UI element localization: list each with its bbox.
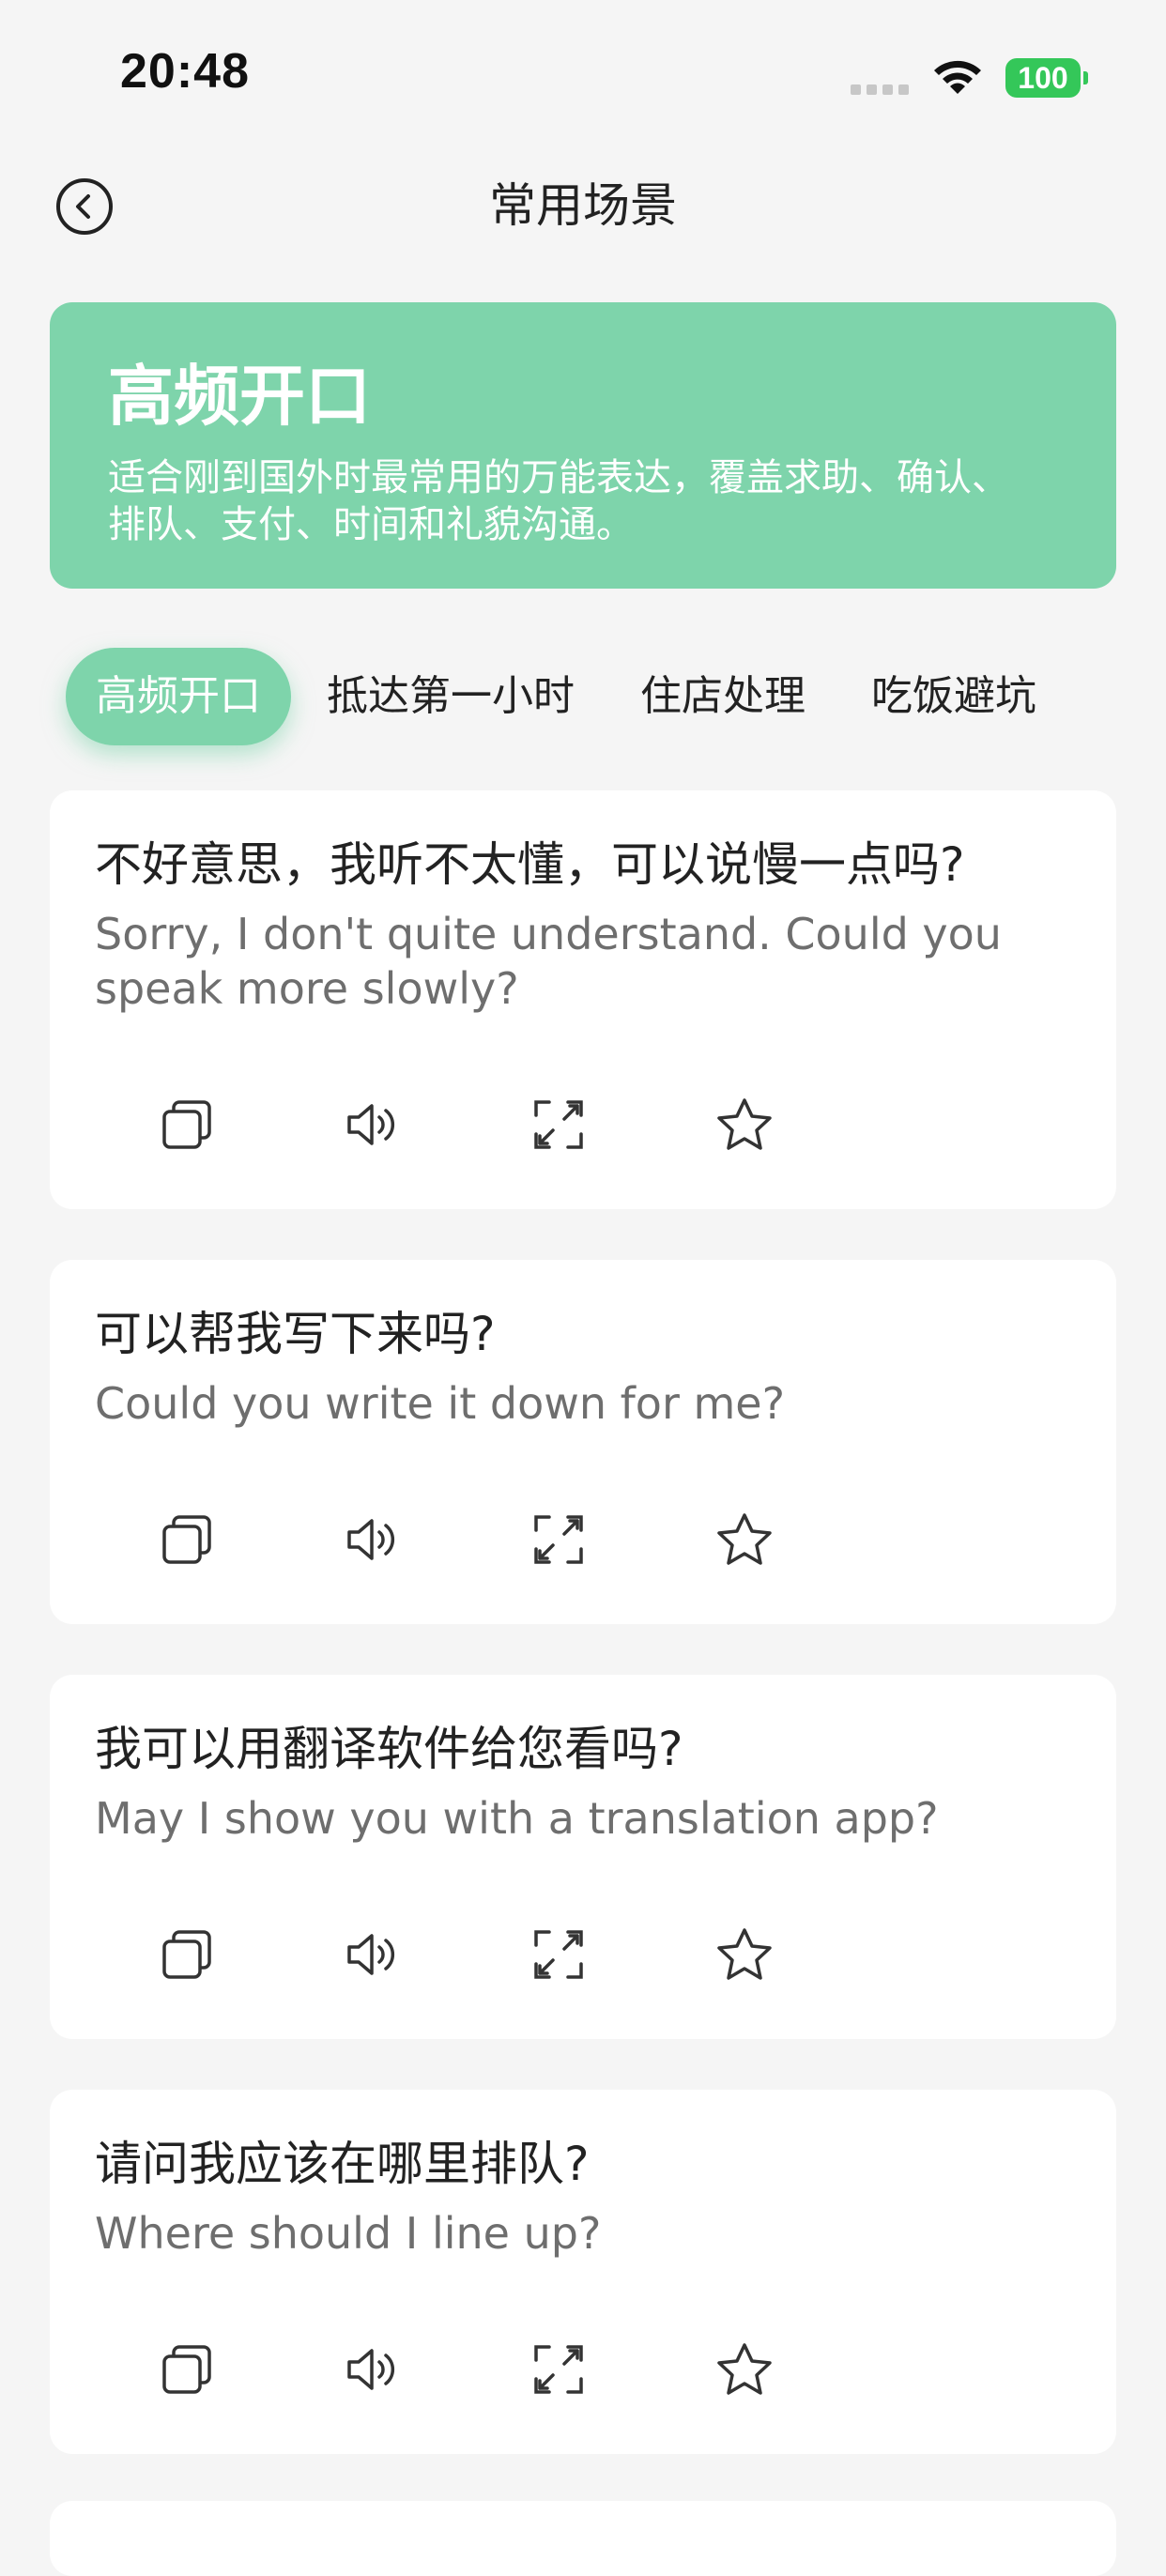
fullscreen-icon	[534, 1100, 583, 1149]
fullscreen-icon	[534, 2345, 583, 2394]
phrase-english: Where should I line up?	[95, 2208, 602, 2259]
phrase-chinese: 不好意思，我听不太懂，可以说慢一点吗?	[95, 837, 965, 892]
back-button[interactable]	[54, 176, 115, 237]
copy-button[interactable]	[153, 1921, 221, 1988]
fullscreen-button[interactable]	[525, 2336, 592, 2403]
tab-hotel[interactable]: 住店处理	[610, 648, 836, 745]
wifi-icon	[934, 60, 981, 94]
speaker-icon	[347, 1519, 395, 1560]
phrase-card: 可以帮我写下来吗? Could you write it down for me…	[50, 1260, 1116, 1624]
tab-dining[interactable]: 吃饭避坑	[841, 648, 1066, 745]
star-button[interactable]	[711, 1921, 778, 1988]
speaker-icon	[347, 1934, 395, 1975]
star-button[interactable]	[711, 1091, 778, 1158]
copy-icon	[162, 2345, 211, 2394]
copy-icon	[162, 1930, 211, 1979]
banner-title: 高频开口	[108, 358, 371, 435]
tab-first-hour[interactable]: 抵达第一小时	[297, 648, 605, 745]
signal-icon	[851, 84, 909, 95]
speaker-icon	[347, 2349, 395, 2390]
phrase-english: Sorry, I don't quite understand. Could y…	[95, 909, 1002, 1014]
phrase-actions	[50, 2294, 1116, 2454]
speaker-button[interactable]	[339, 1921, 407, 1988]
phrase-chinese: 请问我应该在哪里排队?	[95, 2137, 590, 2191]
scene-banner: 高频开口 适合刚到国外时最常用的万能表达，覆盖求助、确认、排队、支付、时间和礼貌…	[50, 302, 1116, 589]
battery-indicator: 100	[1005, 58, 1081, 98]
phrase-chinese: 可以帮我写下来吗?	[95, 1307, 496, 1361]
phrase-actions	[50, 1879, 1116, 2039]
star-icon	[717, 2343, 772, 2395]
fullscreen-button[interactable]	[525, 1921, 592, 1988]
star-icon	[717, 1928, 772, 1980]
phrase-english: May I show you with a translation app?	[95, 1793, 939, 1844]
category-tabs: 高频开口 抵达第一小时 住店处理 吃饭避坑	[66, 648, 1066, 745]
phrase-card: 请问我应该在哪里排队? Where should I line up?	[50, 2090, 1116, 2454]
star-icon	[717, 1513, 772, 1565]
phrase-actions	[50, 1050, 1116, 1209]
star-button[interactable]	[711, 2336, 778, 2403]
copy-icon	[162, 1100, 211, 1149]
speaker-button[interactable]	[339, 1506, 407, 1573]
status-time: 20:48	[120, 44, 250, 99]
phrase-card: 不好意思，我听不太懂，可以说慢一点吗? Sorry, I don't quite…	[50, 790, 1116, 1209]
speaker-button[interactable]	[339, 2336, 407, 2403]
fullscreen-button[interactable]	[525, 1091, 592, 1158]
battery-tip	[1083, 71, 1088, 84]
status-bar: 20:48 100	[0, 0, 1166, 141]
star-icon	[717, 1098, 772, 1150]
page-title: 常用场景	[489, 178, 677, 233]
fullscreen-button[interactable]	[525, 1506, 592, 1573]
phrase-card-partial	[50, 2501, 1116, 2576]
fullscreen-icon	[534, 1930, 583, 1979]
back-arrow-icon	[56, 178, 113, 235]
phrase-chinese: 我可以用翻译软件给您看吗?	[95, 1722, 683, 1776]
phrase-english: Could you write it down for me?	[95, 1378, 786, 1429]
phrase-card: 我可以用翻译软件给您看吗? May I show you with a tran…	[50, 1675, 1116, 2039]
fullscreen-icon	[534, 1515, 583, 1564]
copy-button[interactable]	[153, 1506, 221, 1573]
phrase-actions	[50, 1464, 1116, 1624]
copy-icon	[162, 1515, 211, 1564]
copy-button[interactable]	[153, 1091, 221, 1158]
star-button[interactable]	[711, 1506, 778, 1573]
speaker-icon	[347, 1104, 395, 1145]
copy-button[interactable]	[153, 2336, 221, 2403]
banner-description: 适合刚到国外时最常用的万能表达，覆盖求助、确认、排队、支付、时间和礼貌沟通。	[108, 456, 1009, 546]
speaker-button[interactable]	[339, 1091, 407, 1158]
tab-high-frequency[interactable]: 高频开口	[66, 648, 291, 745]
